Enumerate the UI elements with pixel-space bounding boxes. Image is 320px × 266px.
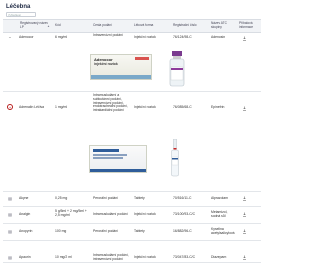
row-reg: 76/124/98-C <box>173 35 192 39</box>
product-image-panel <box>3 125 261 192</box>
row-name: Akyne <box>19 196 29 200</box>
row-atc: Epinefrin <box>211 105 225 109</box>
download-icon[interactable] <box>242 229 247 234</box>
row-form: Injekční roztok <box>134 35 156 39</box>
col-form[interactable]: Léková forma <box>134 23 153 28</box>
table-row[interactable]: ▤ Apaurin 10 mg/2 ml Intramuskulární pod… <box>3 240 261 263</box>
col-atc[interactable]: Název ATC skupiny <box>211 21 235 29</box>
row-name: Adrenalin Léčiva <box>19 105 45 109</box>
row-reg: 70/516/11-C <box>173 196 192 200</box>
col-route[interactable]: Cesta podání <box>93 23 112 28</box>
table-row[interactable]: + Adrenalin Léčiva 1 mg/ml Intramuskulár… <box>3 91 261 126</box>
row-atc: Diazepam <box>211 255 227 259</box>
row-route: Perorální podání <box>93 196 119 200</box>
row-atc: Kyselina acetylsalicylová <box>211 227 235 235</box>
sort-arrow-icon[interactable]: ▲ <box>47 24 50 28</box>
document-icon[interactable]: ▤ <box>7 196 13 202</box>
product-box-image: Adenocor injekční roztok <box>90 54 152 80</box>
collapse-icon[interactable]: − <box>7 35 13 41</box>
row-atc: Alprazolam <box>211 196 228 200</box>
row-dose: 1 mg/ml <box>55 105 68 109</box>
download-icon[interactable] <box>242 212 247 217</box>
row-form: Injekční roztok <box>134 212 156 216</box>
row-dose: 0,25 mg <box>55 196 68 200</box>
row-name: Apaurin <box>19 255 31 259</box>
row-dose: 100 mg <box>55 229 67 233</box>
row-reg: 76/085/68-C <box>173 105 192 109</box>
row-form: Injekční roztok <box>134 255 156 259</box>
table-row[interactable]: − Adenocor 6 mg/ml Intravenózní podání I… <box>3 31 261 46</box>
row-name: Anopyrin <box>19 229 33 233</box>
ampoule-image <box>171 139 179 177</box>
product-box-image <box>89 145 147 173</box>
row-reg: 73/047/83-C/C <box>173 255 196 259</box>
expand-icon[interactable]: + <box>7 104 13 110</box>
row-dose: 10 mg/2 ml <box>55 255 72 259</box>
table-row[interactable]: ▤ Akyne 0,25 mg Perorální podání Tablety… <box>3 191 261 207</box>
row-route: Perorální podání <box>93 229 119 233</box>
row-reg: 16/882/96-C <box>173 229 192 233</box>
download-icon[interactable] <box>242 106 247 111</box>
col-leaflet[interactable]: Příbalová informace <box>239 21 261 29</box>
document-icon[interactable]: ▤ <box>7 229 13 235</box>
document-icon[interactable]: ▤ <box>7 212 13 218</box>
download-icon[interactable] <box>242 196 247 201</box>
row-route: Intravenózní podání <box>93 33 123 37</box>
page-title: Léčebna <box>6 4 31 10</box>
search-input[interactable]: Vyhledávat <box>6 12 36 17</box>
brand-sublabel: injekční roztok <box>94 62 118 66</box>
product-image-panel: Adenocor injekční roztok <box>3 45 261 92</box>
row-form: Injekční roztok <box>134 105 156 109</box>
row-dose: 6 mg/ml <box>55 35 68 39</box>
row-atc: Adenosin <box>211 35 226 39</box>
document-icon[interactable]: ▤ <box>7 255 13 261</box>
row-route: Intramuskulární podání, intravenózní pod… <box>93 253 129 261</box>
row-dose: 5 g/5ml + 2 mg/5ml + 2,5 mg/ml <box>55 209 87 217</box>
row-route: Intramuskulární a subkutánní podání, int… <box>93 93 128 113</box>
col-code[interactable]: Kód <box>55 23 61 28</box>
row-reg: 73/100/93-C/C <box>173 212 196 216</box>
download-icon[interactable] <box>242 255 247 260</box>
row-atc: Metamizol, sodná sůl <box>211 210 228 218</box>
row-name: Analgin <box>19 212 31 216</box>
vial-image <box>169 51 185 87</box>
download-icon[interactable] <box>242 36 247 41</box>
col-reg-number[interactable]: Registrační číslo <box>173 23 197 28</box>
col-registered-name[interactable]: Registrovaný název LP <box>20 21 48 29</box>
row-form: Tablety <box>134 229 145 233</box>
row-name: Adenocor <box>19 35 34 39</box>
row-route: Intramuskulární podání <box>93 212 128 216</box>
row-form: Tablety <box>134 196 145 200</box>
table-row[interactable]: ▤ Anopyrin 100 mg Perorální podání Table… <box>3 223 261 241</box>
table-row[interactable]: ▤ Analgin 5 g/5ml + 2 mg/5ml + 2,5 mg/ml… <box>3 206 261 224</box>
